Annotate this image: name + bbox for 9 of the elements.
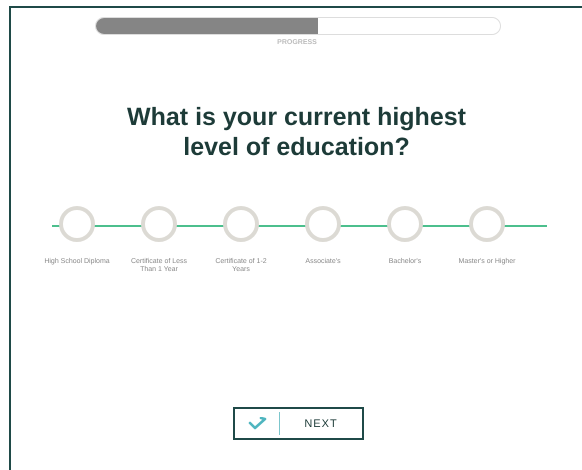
option-radio[interactable] [223, 206, 259, 242]
question-title: What is your current highest level of education? [126, 102, 467, 162]
option-radio[interactable] [59, 206, 95, 242]
next-button[interactable]: NEXT [233, 407, 364, 440]
option-radio[interactable] [305, 206, 341, 242]
option-radio[interactable] [469, 206, 505, 242]
check-icon [248, 416, 268, 430]
option-radio[interactable] [141, 206, 177, 242]
option-radio[interactable] [387, 206, 423, 242]
